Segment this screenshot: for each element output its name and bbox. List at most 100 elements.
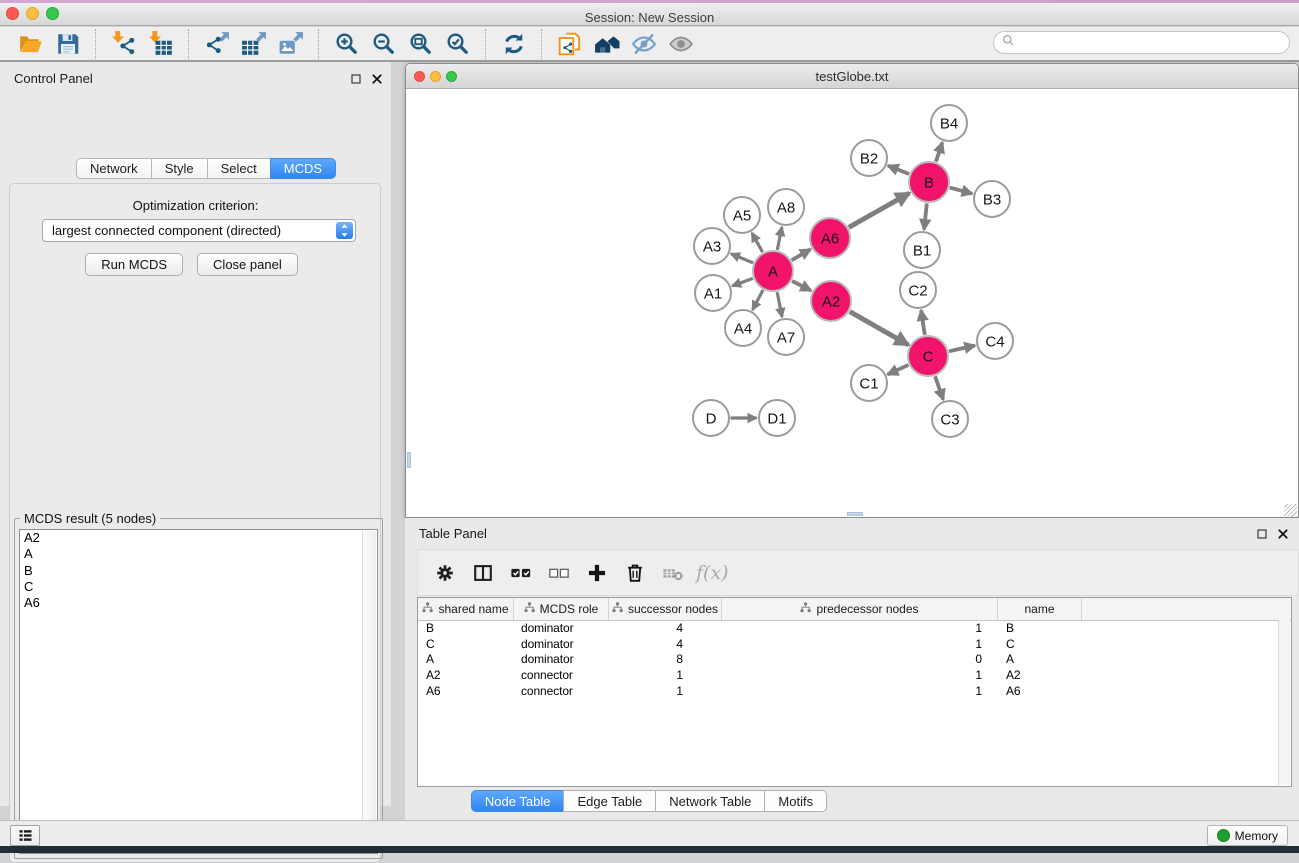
table-cell[interactable]: A6	[994, 684, 1077, 698]
table-cell[interactable]: A6	[418, 684, 513, 698]
horizontal-scroll-indicator[interactable]	[847, 512, 863, 516]
delete-columns-button[interactable]	[616, 556, 654, 590]
save-session-button[interactable]	[49, 27, 86, 61]
graph-edge-C-C3[interactable]	[935, 376, 943, 399]
table-cell[interactable]: dominator	[513, 652, 607, 666]
graph-edge-B-B4[interactable]	[936, 142, 943, 161]
export-table-button[interactable]	[235, 27, 272, 61]
graph-node-C3[interactable]: C3	[932, 401, 968, 437]
import-table-button[interactable]	[142, 27, 179, 61]
network-canvas[interactable]: B4B2BB3A8A5A6B1A3AC2A1A2A4A7C4CC1C3DD1	[407, 89, 1297, 517]
duplicate-network-button[interactable]	[551, 27, 588, 61]
graph-edge-C-C2[interactable]	[921, 310, 925, 334]
graph-node-A4[interactable]: A4	[725, 310, 761, 346]
show-panels-button[interactable]	[662, 27, 699, 61]
tab-network[interactable]: Network	[76, 158, 152, 179]
mcds-result-item[interactable]: C	[20, 579, 377, 595]
table-cell[interactable]: 1	[719, 668, 994, 682]
zoom-fit-button[interactable]	[402, 27, 439, 61]
graph-edge-A-A6[interactable]	[792, 249, 811, 260]
tab-select[interactable]: Select	[207, 158, 271, 179]
graph-edge-B-B2[interactable]	[888, 166, 909, 174]
search-field[interactable]	[993, 31, 1290, 54]
graph-node-C1[interactable]: C1	[851, 365, 887, 401]
float-panel-icon[interactable]	[1255, 527, 1268, 540]
memory-button[interactable]: Memory	[1207, 825, 1288, 846]
graph-node-D[interactable]: D	[693, 400, 729, 436]
close-panel-icon[interactable]	[370, 72, 383, 85]
home-button[interactable]	[588, 27, 625, 61]
table-cell[interactable]: 1	[607, 668, 719, 682]
column-header-successor-nodes[interactable]: successor nodes	[609, 598, 722, 620]
table-cell[interactable]: 1	[719, 684, 994, 698]
run-mcds-button[interactable]: Run MCDS	[85, 253, 183, 276]
zoom-out-button[interactable]	[365, 27, 402, 61]
graph-edge-C-C4[interactable]	[949, 345, 975, 351]
tab-style[interactable]: Style	[151, 158, 208, 179]
tab-node-table[interactable]: Node Table	[471, 790, 565, 812]
column-header-MCDS-role[interactable]: MCDS role	[514, 598, 609, 620]
graph-node-A8[interactable]: A8	[768, 189, 804, 225]
graph-edge-A6-B[interactable]	[849, 193, 910, 227]
column-header-shared-name[interactable]: shared name	[418, 598, 514, 620]
table-settings-gear-button[interactable]	[426, 556, 464, 590]
export-network-button[interactable]	[198, 27, 235, 61]
table-cell[interactable]: 1	[719, 637, 994, 651]
panel-splitter[interactable]	[391, 62, 405, 806]
graph-edge-B-B1[interactable]	[924, 203, 927, 229]
graph-node-C2[interactable]: C2	[900, 272, 936, 308]
mcds-result-item[interactable]: A6	[20, 595, 377, 611]
graph-edge-A-A8[interactable]	[777, 227, 782, 250]
close-panel-button[interactable]: Close panel	[197, 253, 298, 276]
graph-node-A7[interactable]: A7	[768, 319, 804, 355]
graph-edge-B-B3[interactable]	[950, 188, 972, 194]
network-window-titlebar[interactable]: testGlobe.txt	[406, 64, 1298, 89]
export-image-button[interactable]	[272, 27, 309, 61]
graph-node-A6[interactable]: A6	[810, 218, 850, 258]
graph-edge-A-A2[interactable]	[792, 281, 811, 291]
deselect-all-checkboxes-button[interactable]	[540, 556, 578, 590]
tab-edge-table[interactable]: Edge Table	[563, 790, 656, 812]
table-cell[interactable]: connector	[513, 684, 607, 698]
graph-edge-A-A3[interactable]	[731, 254, 753, 263]
table-row[interactable]: Bdominator41B	[418, 620, 1279, 636]
tab-motifs[interactable]: Motifs	[764, 790, 827, 812]
add-column-button[interactable]	[578, 556, 616, 590]
select-all-checkboxes-button[interactable]	[502, 556, 540, 590]
graph-node-A2[interactable]: A2	[811, 281, 851, 321]
import-network-button[interactable]	[105, 27, 142, 61]
graph-node-C[interactable]: C	[908, 336, 948, 376]
table-row[interactable]: A2connector11A2	[418, 667, 1279, 683]
column-header-name[interactable]: name	[998, 598, 1082, 620]
graph-edge-A-A1[interactable]	[732, 278, 753, 286]
table-cell[interactable]: connector	[513, 668, 607, 682]
table-cell[interactable]: 4	[607, 637, 719, 651]
graph-node-D1[interactable]: D1	[759, 400, 795, 436]
graph-node-B4[interactable]: B4	[931, 105, 967, 141]
graph-edge-C-C1[interactable]	[888, 365, 909, 375]
table-row[interactable]: A6connector11A6	[418, 683, 1279, 699]
table-cell[interactable]: dominator	[513, 637, 607, 651]
tab-network-table[interactable]: Network Table	[655, 790, 765, 812]
table-cell[interactable]: A2	[994, 668, 1077, 682]
graph-node-B[interactable]: B	[909, 162, 949, 202]
refresh-button[interactable]	[495, 27, 532, 61]
table-cell[interactable]: 1	[607, 684, 719, 698]
zoom-in-button[interactable]	[328, 27, 365, 61]
open-file-button[interactable]	[12, 27, 49, 61]
table-cell[interactable]: A	[418, 652, 513, 666]
graph-edge-A2-C[interactable]	[850, 312, 909, 345]
mcds-result-item[interactable]: A2	[20, 530, 377, 546]
criterion-select[interactable]: largest connected component (directed)	[42, 219, 356, 242]
table-cell[interactable]: B	[418, 621, 513, 635]
task-history-button[interactable]	[10, 825, 40, 846]
mcds-result-item[interactable]: A	[20, 546, 377, 562]
table-cell[interactable]: dominator	[513, 621, 607, 635]
table-cell[interactable]: A2	[418, 668, 513, 682]
table-cell[interactable]: 4	[607, 621, 719, 635]
resize-grip[interactable]	[1284, 504, 1297, 517]
graph-node-B2[interactable]: B2	[851, 140, 887, 176]
graph-node-A1[interactable]: A1	[695, 275, 731, 311]
graph-edge-A-A5[interactable]	[752, 233, 763, 252]
vertical-scroll-indicator[interactable]	[407, 452, 411, 468]
